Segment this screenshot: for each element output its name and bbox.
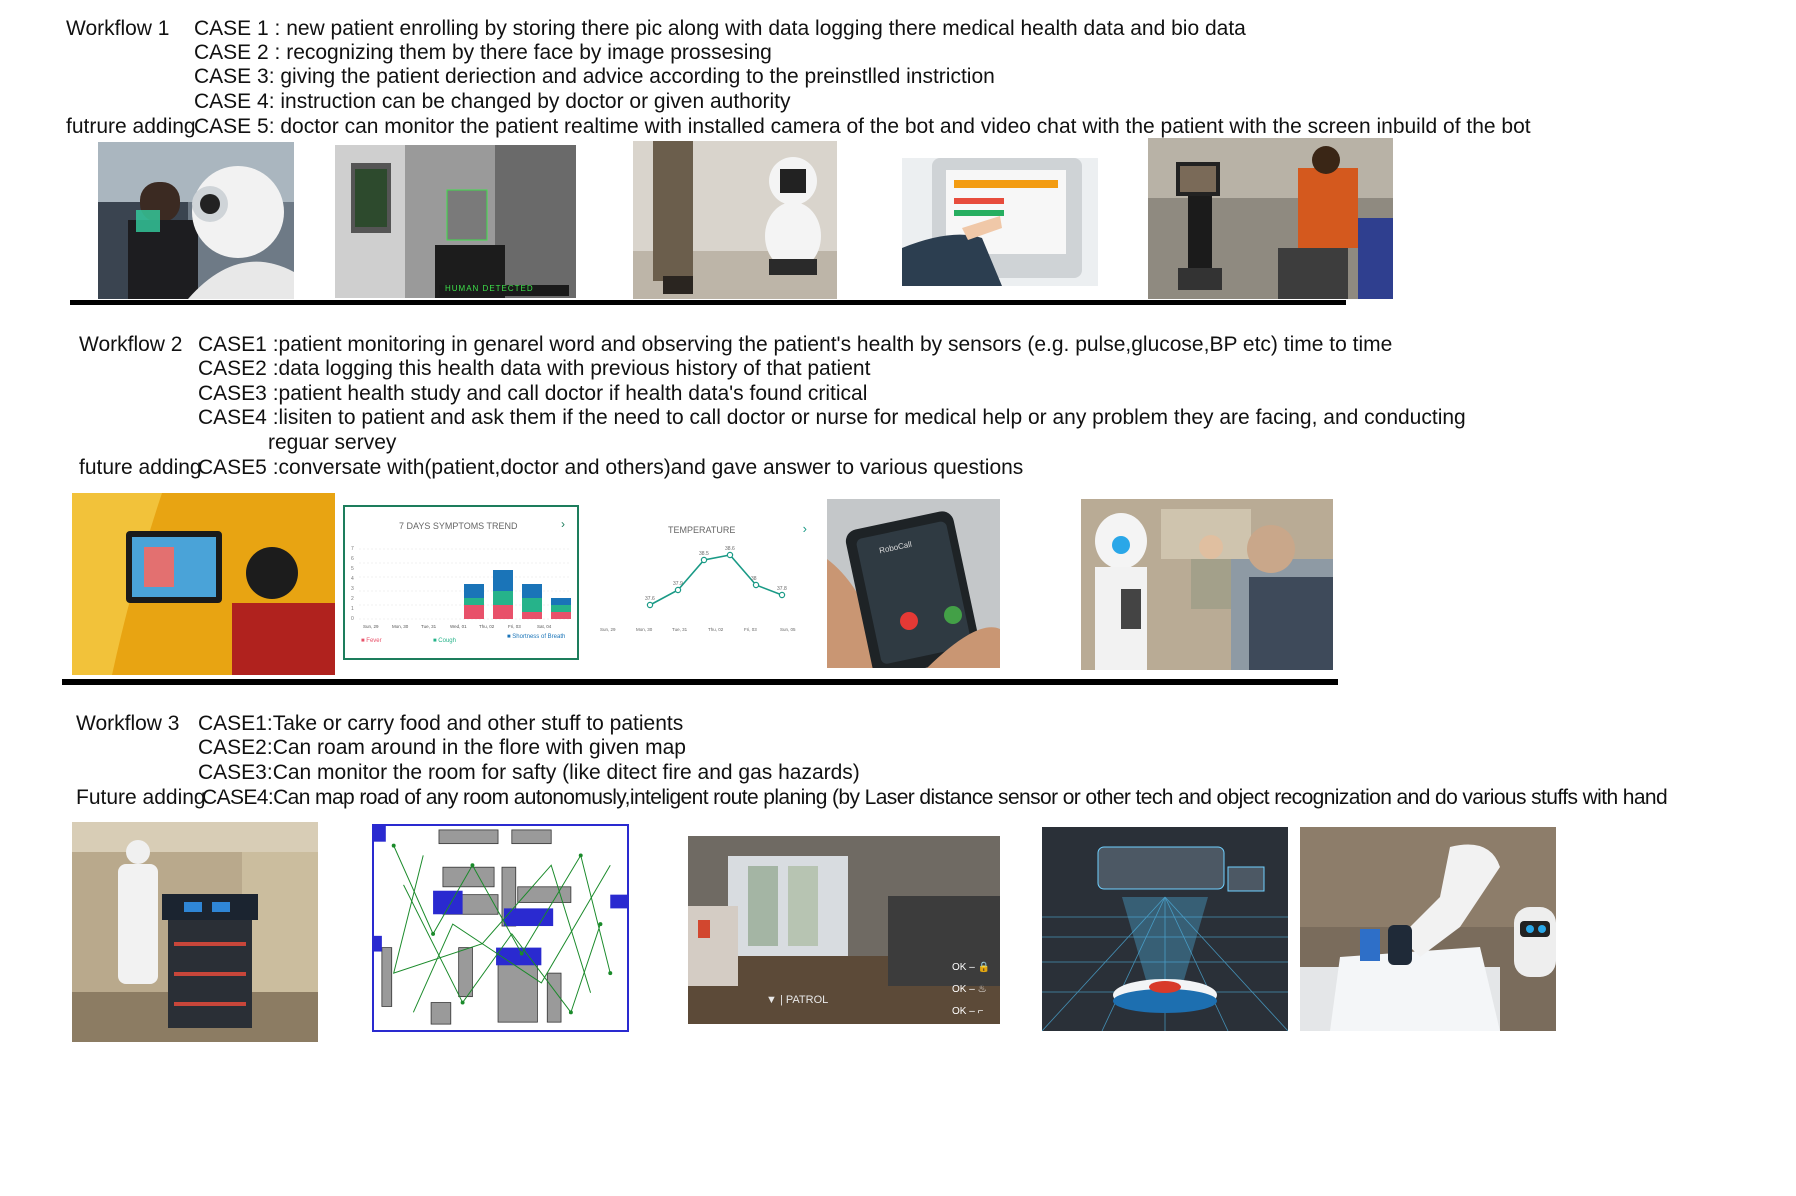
temperature-x-tick: Sun, 05 [780, 627, 796, 632]
temperature-value-label: 37.9 [673, 581, 683, 587]
temperature-value-label: 38 [751, 576, 757, 582]
workflow2-case4-cont: reguar servey [268, 431, 397, 454]
y-tick-label: 5 [351, 566, 354, 572]
lidar-vacuum-photo [1042, 827, 1288, 1031]
workflow3-future-label: Future adding [76, 786, 206, 809]
patrol-label: ▼ | PATROL [766, 994, 829, 1006]
x-tick-label: Thu, 02 [479, 624, 495, 629]
workflow3-case2: CASE2:Can roam around in the flore with … [198, 736, 686, 759]
temperature-value-label: 37.6 [645, 596, 655, 602]
fire-icon: ♨ [977, 984, 987, 995]
temperature-x-tick: Tue, 31 [672, 627, 688, 632]
x-tick-label: Fri, 03 [508, 624, 521, 629]
human-detected-label: HUMAN DETECTED [445, 284, 534, 293]
temperature-value-label: 38.6 [725, 546, 735, 552]
temperature-point [700, 556, 708, 564]
temperature-point [674, 586, 682, 594]
symptom-bar-segment [464, 598, 484, 605]
x-tick-label: Mon, 30 [392, 624, 409, 629]
telepresence-robot-photo [1148, 138, 1393, 299]
workflow2-case1: CASE1 :patient monitoring in genarel wor… [198, 333, 1393, 356]
workflow2-case4: CASE4 :lisiten to patient and ask them i… [198, 406, 1466, 429]
x-tick-label: Wed, 01 [450, 624, 467, 629]
x-tick-label: Sun, 29 [363, 624, 379, 629]
symptoms-trend-chart: 7 DAYS SYMPTOMS TREND › 7 6 5 4 3 2 1 0 Sun, 29 M… [343, 505, 579, 660]
floor-route-map [372, 824, 629, 1032]
workflow1-case4: CASE 4: instruction can be changed by do… [194, 90, 791, 113]
touchscreen-tablet-photo [902, 158, 1098, 286]
legend-breath: ■ Shortness of Breath [507, 634, 566, 640]
workflow3-case3: CASE3:Can monitor the room for safty (li… [198, 761, 860, 784]
robot-face-scan-photo [98, 142, 294, 299]
ok-lock-status: OK – 🔒 [952, 962, 991, 973]
y-tick-label: 6 [351, 556, 354, 562]
companion-robot-photo [633, 141, 837, 299]
patrol-room-photo: ▼ | PATROL OK – 🔒 OK – ♨ OK – ⌐ [688, 836, 1000, 1024]
y-tick-label: 7 [351, 546, 354, 552]
y-tick-label: 2 [351, 596, 354, 602]
temperature-point [752, 581, 760, 589]
workflow2-case3: CASE3 :patient health study and call doc… [198, 382, 868, 405]
workflow1-future-label: futrure adding [66, 115, 196, 138]
workflow1-case1: CASE 1 : new patient enrolling by storin… [194, 17, 1246, 40]
child-robot-screen-photo [72, 493, 335, 675]
symptom-bar-segment [464, 584, 484, 598]
phone-call-photo: RoboCall [827, 499, 1000, 668]
symptom-bar-segment [464, 605, 484, 619]
delivery-robot-hallway-photo [72, 822, 318, 1042]
lock-icon: 🔒 [977, 962, 991, 973]
symptom-bar-segment [551, 598, 571, 605]
workflow3-case4: CASE4:Can map road of any room autonomus… [202, 786, 1668, 809]
symptom-bar-segment [522, 612, 542, 619]
workflow2-divider [62, 679, 1338, 685]
legend-cough: ■ Cough [433, 638, 456, 644]
workflow3-case1: CASE1:Take or carry food and other stuff… [198, 712, 684, 735]
temperature-point [646, 601, 654, 609]
symptom-bar-segment [551, 612, 571, 619]
workflow1-divider [70, 300, 1346, 305]
symptom-bar-segment [493, 591, 513, 605]
workflow3-label: Workflow 3 [76, 712, 180, 735]
symptom-bar-segment [522, 598, 542, 612]
temperature-chart: TEMPERATURE › 37.6 37.9 38.5 38.6 38 37.8 Sun,… [592, 519, 817, 647]
temperature-x-tick: Sun, 29 [600, 627, 616, 632]
y-tick-label: 1 [351, 606, 354, 612]
workflow1-label: Workflow 1 [66, 17, 170, 40]
temperature-value-label: 37.8 [777, 586, 787, 592]
temperature-point [726, 551, 734, 559]
symptom-bar-segment [493, 570, 513, 591]
ok-water-status: OK – ⌐ [952, 1006, 984, 1017]
ok-fire-status: OK – ♨ [952, 984, 987, 995]
robot-elderly-photo [1081, 499, 1333, 670]
temperature-x-tick: Fri, 03 [744, 627, 757, 632]
x-tick-label: Tue, 31 [421, 624, 437, 629]
robot-arm-photo [1300, 827, 1556, 1031]
symptom-bar-segment [522, 584, 542, 598]
workflow2-case5: CASE5 :conversate with(patient,doctor an… [198, 456, 1024, 479]
temperature-x-tick: Mon, 30 [636, 627, 653, 632]
workflow1-case3: CASE 3: giving the patient deriection an… [194, 65, 995, 88]
x-tick-label: Sat, 04 [537, 624, 552, 629]
legend-fever: ■ Fever [361, 638, 382, 644]
temperature-x-tick: Thu, 02 [708, 627, 724, 632]
workflow2-case2: CASE2 :data logging this health data wit… [198, 357, 871, 380]
y-tick-label: 0 [351, 616, 354, 622]
y-tick-label: 4 [351, 576, 354, 582]
y-tick-label: 3 [351, 586, 354, 592]
faucet-icon: ⌐ [977, 1006, 984, 1017]
workflow1-case2: CASE 2 : recognizing them by there face … [194, 41, 772, 64]
temperature-value-label: 38.5 [699, 551, 709, 557]
workflow2-label: Workflow 2 [79, 333, 183, 356]
temperature-line [649, 554, 783, 606]
workflow2-future-label: future adding [79, 456, 202, 479]
temperature-point [778, 591, 786, 599]
symptom-bar-segment [493, 605, 513, 619]
workflow1-case5: CASE 5: doctor can monitor the patient r… [194, 115, 1531, 138]
human-detected-photo: HUMAN DETECTED [335, 145, 576, 298]
symptom-bar-segment [551, 605, 571, 612]
